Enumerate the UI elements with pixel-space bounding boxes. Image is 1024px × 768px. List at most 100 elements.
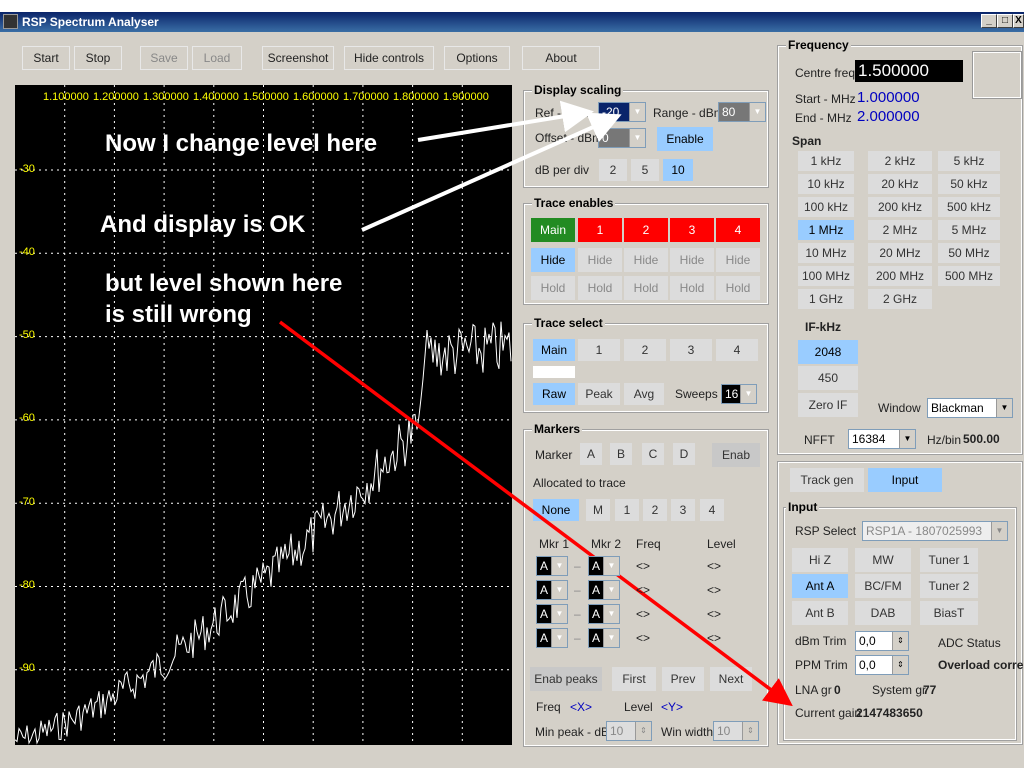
- close-button[interactable]: X: [1013, 14, 1024, 28]
- trace-select-main[interactable]: Main: [533, 339, 575, 361]
- span-button[interactable]: 20 MHz: [868, 243, 932, 263]
- trace-enable-3[interactable]: 3: [670, 218, 714, 242]
- span-button[interactable]: 100 kHz: [798, 197, 854, 217]
- trace-select-2[interactable]: 2: [624, 339, 666, 361]
- spectrum-plot[interactable]: 1.100000 1.200000 1.300000 1.400000 1.50…: [15, 85, 512, 745]
- trace-hold-2[interactable]: Hold: [624, 276, 668, 300]
- trace-hold-3[interactable]: Hold: [670, 276, 714, 300]
- markers-enab-button[interactable]: Enab: [712, 443, 760, 467]
- ppm-trim-spinner[interactable]: 0,0 ⇕: [855, 655, 909, 675]
- window-select[interactable]: Blackman ▼: [927, 398, 1013, 418]
- first-peak-button[interactable]: First: [612, 667, 656, 691]
- trace-enable-main[interactable]: Main: [531, 218, 575, 242]
- min-peak-spinner[interactable]: 10 ⇕: [606, 721, 652, 741]
- span-button[interactable]: 1 MHz: [798, 220, 854, 240]
- trace-hold-main[interactable]: Hold: [531, 276, 575, 300]
- trace-hold-4[interactable]: Hold: [716, 276, 760, 300]
- if-450-button[interactable]: 450: [798, 366, 858, 390]
- mkr1-select[interactable]: A ▼: [536, 580, 568, 600]
- trace-select-1[interactable]: 1: [578, 339, 620, 361]
- raw-button[interactable]: Raw: [533, 383, 575, 405]
- tab-track-gen[interactable]: Track gen: [790, 468, 864, 492]
- span-button[interactable]: 200 MHz: [868, 266, 932, 286]
- offset-dbm-select[interactable]: 0 ▼: [598, 128, 646, 148]
- marker-a-button[interactable]: A: [580, 443, 602, 465]
- marker-d-button[interactable]: D: [673, 443, 695, 465]
- mkr2-select[interactable]: A ▼: [588, 556, 620, 576]
- trace-enable-1[interactable]: 1: [578, 218, 622, 242]
- nfft-select[interactable]: 16384 ▼: [848, 429, 916, 449]
- avg-button[interactable]: Avg: [624, 383, 664, 405]
- span-button[interactable]: 10 kHz: [798, 174, 854, 194]
- dab-button[interactable]: DAB: [855, 601, 911, 625]
- span-button[interactable]: 50 kHz: [938, 174, 1000, 194]
- mw-button[interactable]: MW: [855, 548, 911, 572]
- win-width-spinner[interactable]: 10 ⇕: [713, 721, 759, 741]
- trace-hide-3[interactable]: Hide: [670, 248, 714, 272]
- centre-freq-input[interactable]: 1.500000: [855, 60, 963, 82]
- db-div-2-button[interactable]: 2: [599, 159, 627, 181]
- trace-enable-2[interactable]: 2: [624, 218, 668, 242]
- alloc-none-button[interactable]: None: [533, 499, 579, 521]
- dbm-trim-spinner[interactable]: 0,0 ⇕: [855, 631, 909, 651]
- sweeps-select[interactable]: 16 ▼: [721, 384, 757, 404]
- span-button[interactable]: 1 GHz: [798, 289, 854, 309]
- tuner1-button[interactable]: Tuner 1: [920, 548, 978, 572]
- span-button[interactable]: 100 MHz: [798, 266, 854, 286]
- zero-if-button[interactable]: Zero IF: [798, 393, 858, 417]
- biast-button[interactable]: BiasT: [920, 601, 978, 625]
- mkr1-select[interactable]: A ▼: [536, 556, 568, 576]
- trace-hide-4[interactable]: Hide: [716, 248, 760, 272]
- span-button[interactable]: 200 kHz: [868, 197, 932, 217]
- alloc-4-button[interactable]: 4: [700, 499, 724, 521]
- marker-b-button[interactable]: B: [610, 443, 632, 465]
- enable-scaling-button[interactable]: Enable: [657, 127, 713, 151]
- trace-select-3[interactable]: 3: [670, 339, 712, 361]
- rsp-select[interactable]: RSP1A - 1807025993 ▼: [862, 521, 1008, 541]
- mkr1-select[interactable]: A ▼: [536, 604, 568, 624]
- span-button[interactable]: 10 MHz: [798, 243, 854, 263]
- start-button[interactable]: Start: [22, 46, 70, 70]
- span-button[interactable]: 2 GHz: [868, 289, 932, 309]
- hiz-button[interactable]: Hi Z: [792, 548, 848, 572]
- about-button[interactable]: About: [522, 46, 600, 70]
- alloc-2-button[interactable]: 2: [643, 499, 667, 521]
- peak-button[interactable]: Peak: [578, 383, 620, 405]
- prev-peak-button[interactable]: Prev: [662, 667, 704, 691]
- trace-hide-main[interactable]: Hide: [531, 248, 575, 272]
- span-button[interactable]: 500 MHz: [938, 266, 1000, 286]
- span-button[interactable]: 1 kHz: [798, 151, 854, 171]
- if-2048-button[interactable]: 2048: [798, 340, 858, 364]
- span-button[interactable]: 5 MHz: [938, 220, 1000, 240]
- span-button[interactable]: 5 kHz: [938, 151, 1000, 171]
- minimize-button[interactable]: _: [981, 14, 997, 28]
- stop-button[interactable]: Stop: [74, 46, 122, 70]
- tuner2-button[interactable]: Tuner 2: [920, 574, 978, 598]
- alloc-3-button[interactable]: 3: [671, 499, 695, 521]
- ant-b-button[interactable]: Ant B: [792, 601, 848, 625]
- screenshot-button[interactable]: Screenshot: [262, 46, 334, 70]
- hide-controls-button[interactable]: Hide controls: [344, 46, 434, 70]
- range-dbm-select[interactable]: 80 ▼: [718, 102, 766, 122]
- alloc-main-button[interactable]: M: [586, 499, 610, 521]
- span-button[interactable]: 50 MHz: [938, 243, 1000, 263]
- trace-hide-1[interactable]: Hide: [578, 248, 622, 272]
- alloc-1-button[interactable]: 1: [615, 499, 639, 521]
- mkr1-select[interactable]: A ▼: [536, 628, 568, 648]
- mkr2-select[interactable]: A ▼: [588, 580, 620, 600]
- trace-select-4[interactable]: 4: [716, 339, 758, 361]
- db-div-5-button[interactable]: 5: [631, 159, 659, 181]
- tab-input[interactable]: Input: [868, 468, 942, 492]
- marker-c-button[interactable]: C: [642, 443, 664, 465]
- maximize-button[interactable]: □: [997, 14, 1013, 28]
- trace-hold-1[interactable]: Hold: [578, 276, 622, 300]
- next-peak-button[interactable]: Next: [710, 667, 752, 691]
- mkr2-select[interactable]: A ▼: [588, 628, 620, 648]
- ant-a-button[interactable]: Ant A: [792, 574, 848, 598]
- span-button[interactable]: 2 kHz: [868, 151, 932, 171]
- mkr2-select[interactable]: A ▼: [588, 604, 620, 624]
- span-button[interactable]: 20 kHz: [868, 174, 932, 194]
- span-button[interactable]: 2 MHz: [868, 220, 932, 240]
- load-button[interactable]: Load: [192, 46, 242, 70]
- trace-hide-2[interactable]: Hide: [624, 248, 668, 272]
